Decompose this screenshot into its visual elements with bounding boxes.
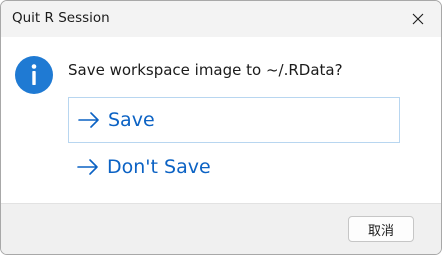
arrow-right-icon — [78, 112, 99, 128]
info-icon — [15, 56, 53, 94]
quit-session-dialog: Quit R Session Save workspace image to ~… — [0, 0, 442, 255]
dialog-content: Save workspace image to ~/.RData? Save D… — [1, 37, 441, 203]
cancel-label: 取消 — [367, 223, 394, 239]
title-bar: Quit R Session — [1, 1, 441, 37]
dont-save-label: Don't Save — [107, 156, 211, 178]
dont-save-button[interactable]: Don't Save — [68, 144, 400, 190]
window-title: Quit R Session — [12, 10, 110, 26]
dialog-footer: 取消 — [1, 203, 441, 254]
arrow-right-icon — [77, 159, 98, 175]
save-button[interactable]: Save — [68, 97, 400, 143]
close-button[interactable] — [395, 1, 441, 37]
close-icon — [412, 13, 424, 25]
main-instruction: Save workspace image to ~/.RData? — [68, 61, 343, 79]
save-label: Save — [108, 109, 155, 131]
cancel-button[interactable]: 取消 — [348, 216, 414, 242]
